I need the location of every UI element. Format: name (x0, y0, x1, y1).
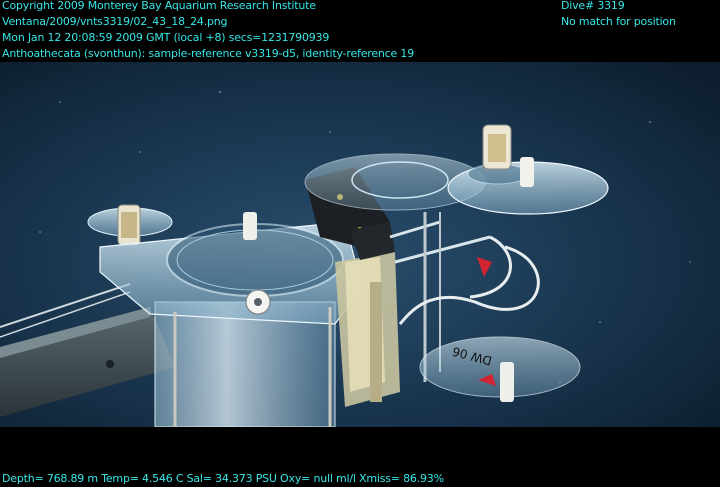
overlay-top-right: Dive# 3319 No match for position (561, 0, 676, 30)
video-frame: DW 06 (0, 62, 720, 427)
rov-frame: DW 06 Copyright 2009 Monterey Bay Aquari… (0, 0, 720, 486)
timestamp-line: Mon Jan 12 20:08:59 2009 GMT (local +8) … (2, 31, 330, 44)
position-status: No match for position (561, 15, 676, 28)
overlay-bottom: Depth= 768.89 m Temp= 4.546 C Sal= 34.37… (2, 471, 444, 487)
sensor-readout: Depth= 768.89 m Temp= 4.546 C Sal= 34.37… (2, 472, 444, 485)
underwater-scene: DW 06 (0, 62, 720, 427)
image-path-line: Ventana/2009/vnts3319/02_43_18_24.png (2, 15, 228, 28)
dive-number: Dive# 3319 (561, 0, 625, 12)
annotation-line: Anthoathecata (svonthun): sample-referen… (2, 47, 414, 60)
copyright-line: Copyright 2009 Monterey Bay Aquarium Res… (2, 0, 316, 12)
overlay-top-left: Copyright 2009 Monterey Bay Aquarium Res… (2, 0, 414, 62)
